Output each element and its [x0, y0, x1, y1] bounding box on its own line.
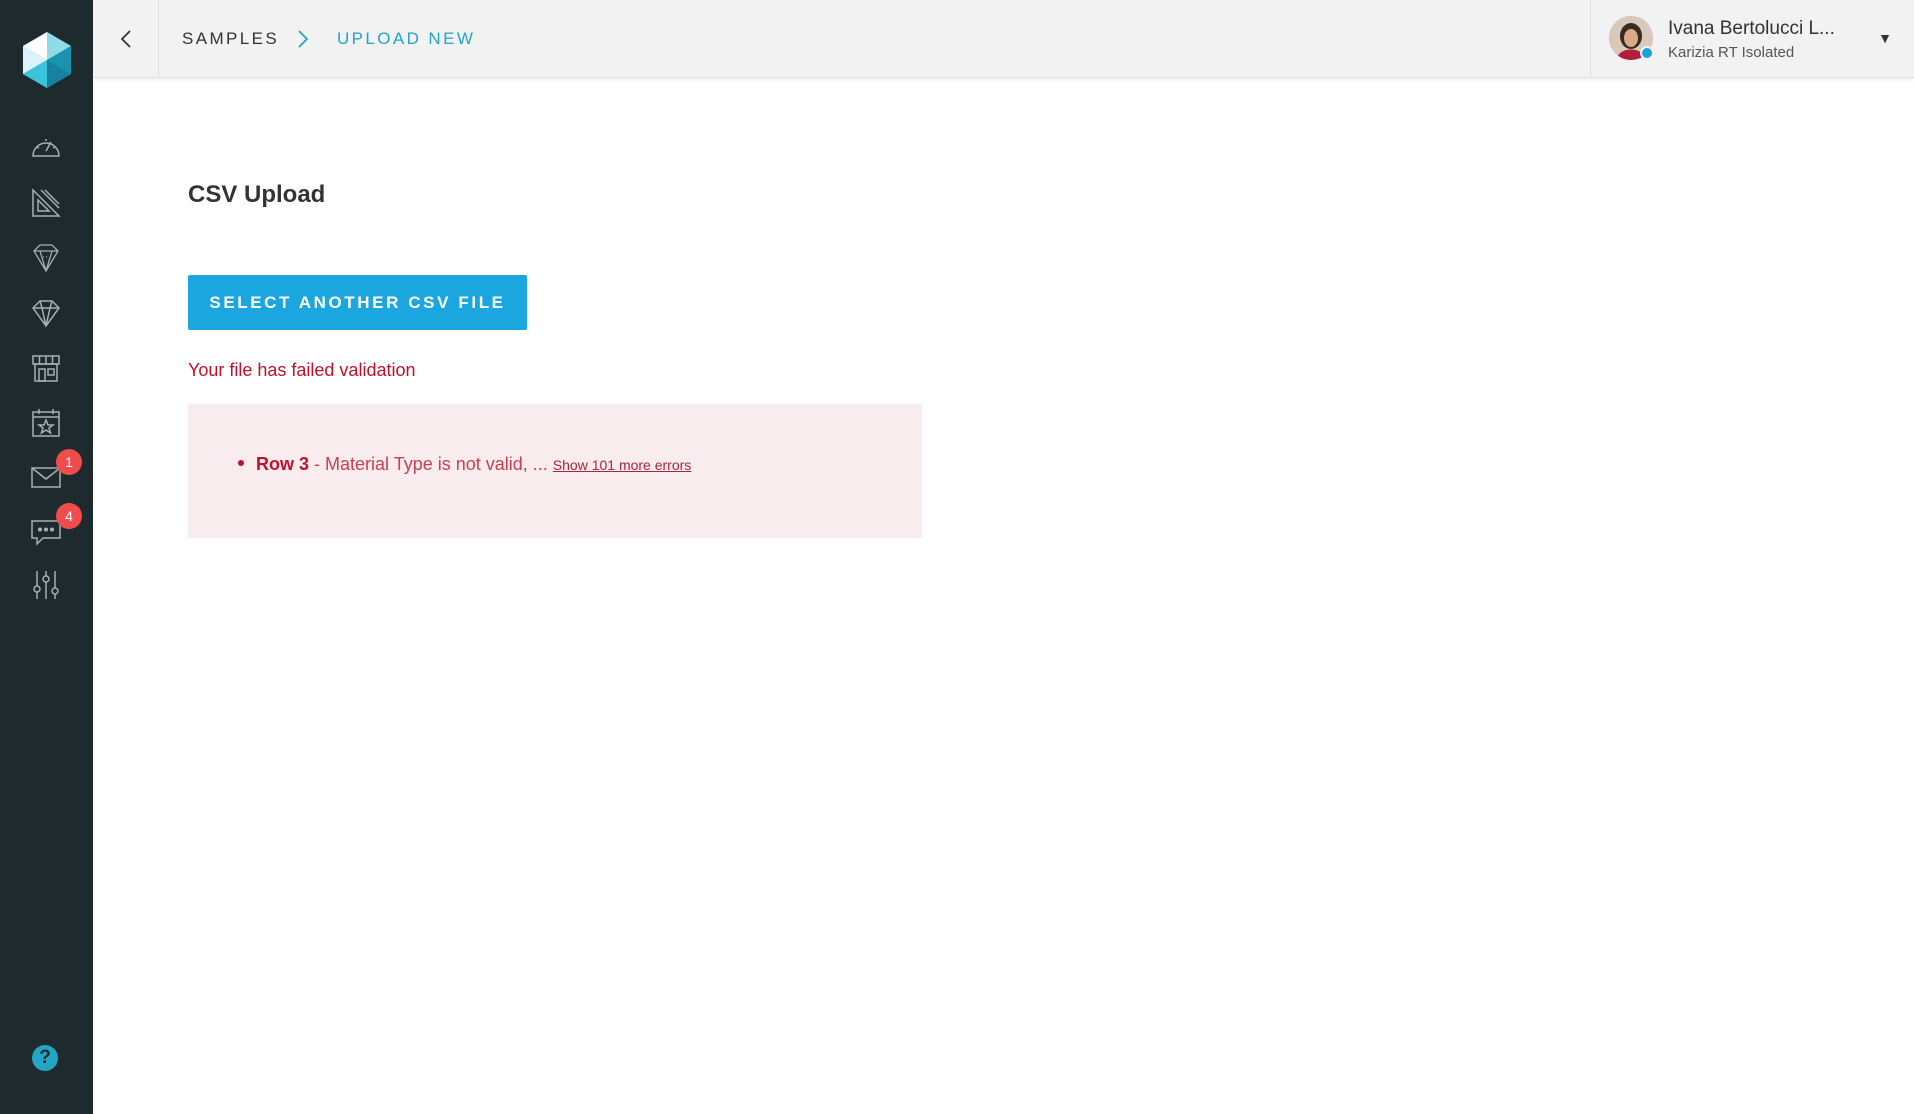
nav-settings[interactable] [26, 565, 66, 605]
error-row-label: Row 3 [256, 454, 310, 474]
user-name: Ivana Bertolucci L... [1668, 18, 1835, 39]
settings-sliders-icon [33, 571, 59, 599]
nav-gemstones[interactable] [26, 293, 66, 333]
caret-down-icon[interactable]: ▼ [1878, 30, 1892, 46]
nav-events[interactable] [26, 403, 66, 443]
bullet-icon [238, 460, 244, 467]
hexagon-logo-icon [23, 32, 71, 88]
unread-mail-badge: 1 [56, 449, 82, 475]
calendar-star-icon [32, 409, 60, 437]
user-organization: Karizia RT Isolated [1668, 44, 1795, 61]
nav-dashboard[interactable] [26, 128, 66, 168]
error-detail: - Material Type is not valid, ... [309, 454, 553, 474]
show-more-errors-link[interactable]: Show 101 more errors [553, 457, 692, 473]
nav-design[interactable] [26, 183, 66, 223]
validation-error-message: Your file has failed validation [188, 360, 416, 380]
loose-diamond-icon [33, 244, 59, 273]
nav-chat[interactable]: 4 [26, 503, 82, 551]
breadcrumb-current: UPLOAD NEW [337, 29, 476, 48]
unread-chat-badge: 4 [56, 503, 82, 529]
online-status-icon [1640, 46, 1654, 60]
user-menu[interactable]: Ivana Bertolucci L... Karizia RT Isolate… [1590, 0, 1914, 78]
gemstone-icon [32, 300, 60, 328]
error-list-item: Row 3 - Material Type is not valid, ... … [238, 454, 691, 475]
storefront-icon [32, 355, 60, 382]
page-title: CSV Upload [188, 181, 326, 208]
chevron-right-icon [298, 30, 309, 48]
sidebar: 1 4 ? [0, 0, 93, 1114]
error-list-panel: Row 3 - Material Type is not valid, ... … [188, 404, 922, 538]
chevron-left-icon [120, 30, 131, 48]
breadcrumb-samples[interactable]: SAMPLES [182, 29, 279, 49]
app-logo[interactable] [19, 30, 75, 90]
nav-store[interactable] [26, 348, 66, 388]
design-ruler-icon [32, 188, 61, 217]
nav-messages[interactable]: 1 [26, 449, 82, 497]
dashboard-gauge-icon [32, 139, 60, 157]
select-csv-button[interactable]: SELECT ANOTHER CSV FILE [188, 275, 527, 330]
top-bar: SAMPLES UPLOAD NEW Ivana Bertolucci L...… [93, 0, 1914, 78]
nav-loose-diamonds[interactable] [26, 238, 66, 278]
help-icon[interactable]: ? [32, 1045, 58, 1071]
back-button[interactable] [93, 0, 159, 78]
